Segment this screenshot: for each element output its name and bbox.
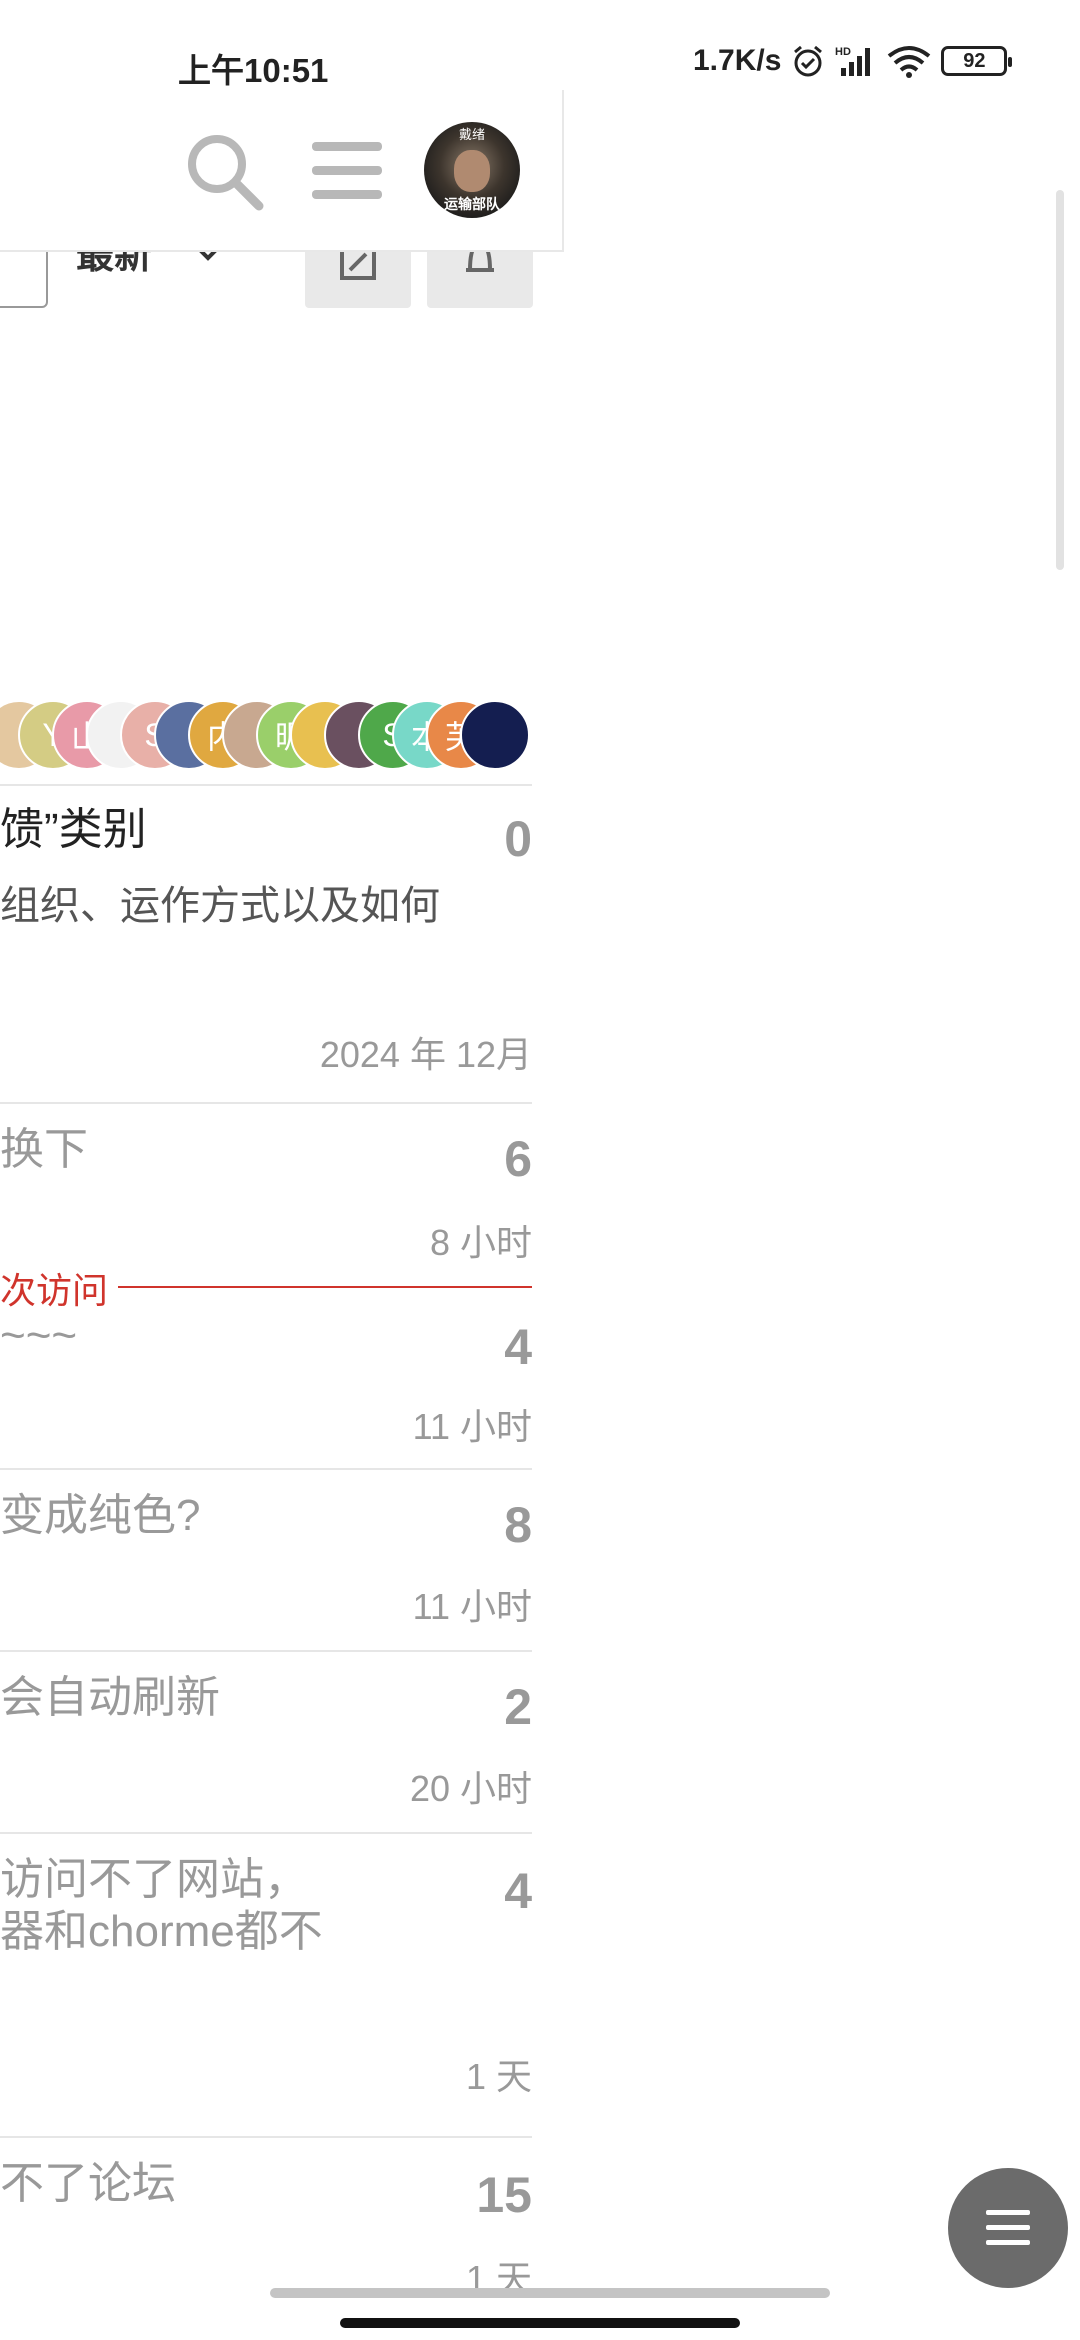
reply-count: 8: [504, 1497, 532, 1553]
hamburger-menu-icon[interactable]: [312, 140, 382, 202]
topic-row[interactable]: 馈”类别 0 组织、运作方式以及如何 2024 年 12月: [0, 800, 532, 1100]
battery-level: 92: [963, 49, 986, 72]
topic-title[interactable]: ~~~: [0, 1306, 77, 1366]
last-visit-line: [118, 1286, 532, 1288]
divider: [0, 784, 532, 786]
reply-count: 0: [504, 811, 532, 867]
participant-avatar[interactable]: [460, 700, 530, 770]
activity-time: 8 小时: [429, 1222, 532, 1263]
topic-row[interactable]: ~~~ 4 11 小时: [0, 1306, 532, 1466]
alarm-icon: [794, 45, 823, 77]
topic-nav-row: 最新: [0, 230, 564, 310]
divider: [0, 1468, 532, 1470]
status-icons: 1.7K/s HD 92: [693, 44, 1013, 78]
site-header: 戴绪 运输部队: [0, 90, 564, 252]
reply-count: 15: [476, 2167, 532, 2223]
svg-text:HD: HD: [835, 46, 851, 58]
topic-row[interactable]: 变成纯色? 8 11 小时: [0, 1486, 532, 1646]
activity-time: 20 小时: [409, 1768, 532, 1809]
vertical-scrollbar[interactable]: [1056, 190, 1064, 570]
topic-title[interactable]: 不了论坛: [0, 2154, 176, 2214]
divider: [0, 1832, 532, 1834]
divider: [0, 1102, 532, 1104]
wifi-icon: [888, 46, 931, 78]
network-speed: 1.7K/s: [693, 44, 782, 77]
topic-title-line2[interactable]: 器和chorme都不: [0, 1902, 323, 1962]
home-indicator[interactable]: [340, 2318, 740, 2328]
avatar-face: [454, 150, 490, 192]
activity-time: 1 天: [465, 2056, 532, 2097]
topic-title[interactable]: 变成纯色?: [0, 1486, 200, 1546]
avatar-caption: 运输部队: [444, 196, 500, 212]
list-icon: [986, 2210, 1030, 2245]
topic-excerpt: 组织、运作方式以及如何: [0, 884, 440, 928]
reply-count: 4: [504, 1319, 532, 1375]
topic-title[interactable]: 换下: [0, 1120, 88, 1180]
search-icon[interactable]: [183, 130, 265, 212]
battery-icon: 92: [941, 46, 1013, 76]
activity-time: 11 小时: [412, 1406, 532, 1447]
horizontal-scrollbar[interactable]: [270, 2288, 830, 2298]
reply-count: 4: [504, 1863, 532, 1919]
floating-menu-button[interactable]: [948, 2168, 1068, 2288]
topic-row[interactable]: 访问不了网站， 器和chorme都不 4 1 天: [0, 1850, 532, 2130]
topic-row[interactable]: 换下 6 8 小时: [0, 1120, 532, 1263]
topic-title[interactable]: 会自动刷新: [0, 1668, 220, 1728]
topic-row[interactable]: 不了论坛 15 1 天: [0, 2154, 532, 2299]
user-avatar[interactable]: 戴绪 运输部队: [424, 122, 520, 218]
topic-title[interactable]: 馈”类别: [0, 800, 147, 860]
activity-time: 11 小时: [412, 1586, 532, 1627]
status-time: 上午10:51: [178, 52, 329, 89]
topic-row[interactable]: 会自动刷新 2 20 小时: [0, 1668, 532, 1828]
avatar-badge: 戴绪: [458, 127, 485, 142]
reply-count: 6: [504, 1131, 532, 1187]
reply-count: 2: [504, 1679, 532, 1735]
hd-signal-icon: HD: [835, 46, 871, 76]
activity-time: 2024 年 12月: [319, 1034, 532, 1075]
status-bar: 上午10:51 1.7K/s HD 92: [0, 0, 1080, 100]
divider: [0, 1650, 532, 1652]
topic-title[interactable]: 访问不了网站，: [0, 1850, 308, 1910]
participant-avatars: Y山S内昵S本芙: [0, 700, 544, 770]
divider: [0, 2136, 532, 2138]
